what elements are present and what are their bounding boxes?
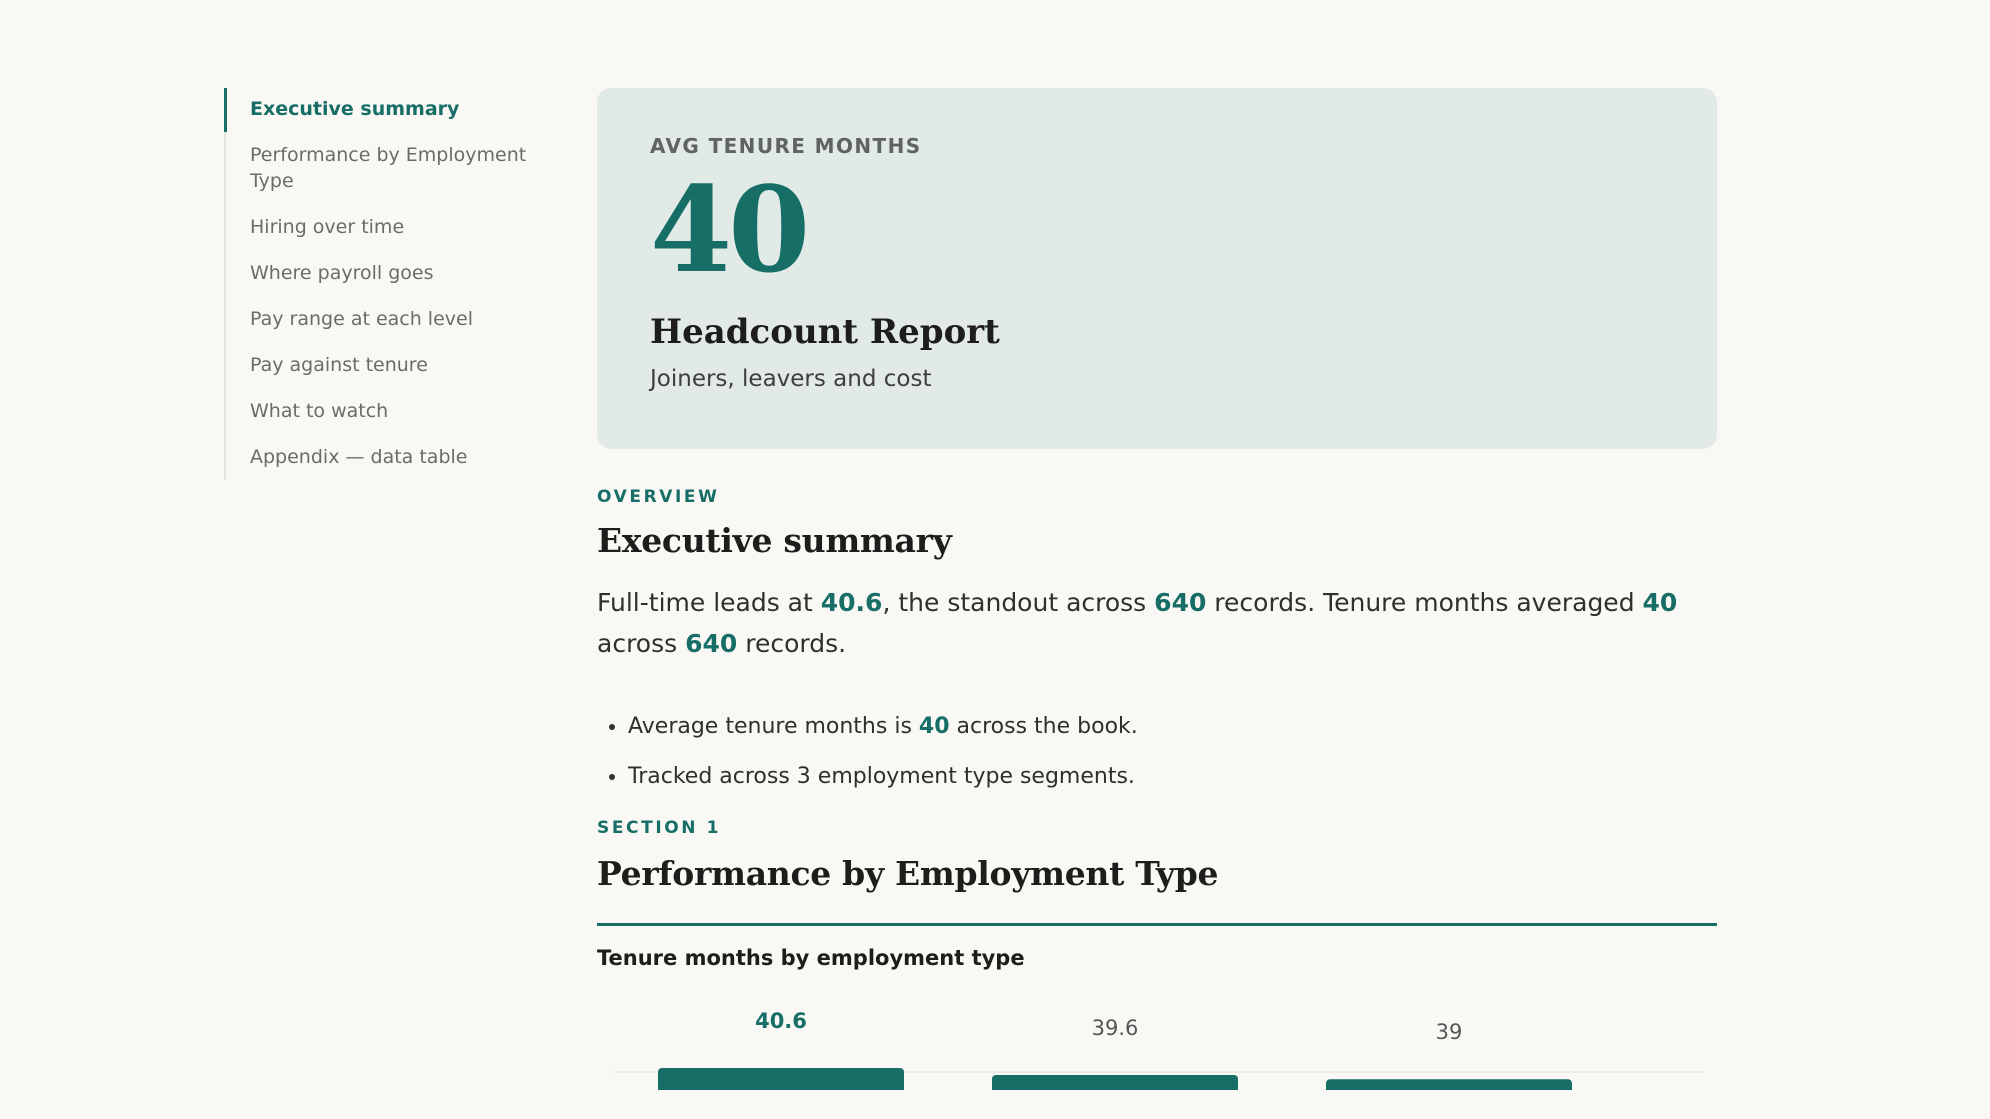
section-eyebrow: SECTION 1 [597, 818, 722, 838]
chart-data-label: 40.6 [755, 1009, 807, 1033]
toc-item-pay-against-tenure[interactable]: Pay against tenure [226, 342, 554, 388]
toc-item-executive-summary[interactable]: Executive summary [224, 88, 554, 132]
report-title: Headcount Report [650, 312, 1000, 352]
toc-item-what-to-watch[interactable]: What to watch [226, 388, 554, 434]
chart-bar [658, 1068, 904, 1090]
summary-paragraph: Full-time leads at 40.6, the standout ac… [597, 582, 1717, 664]
page: Executive summary Performance by Employm… [0, 0, 1990, 1119]
chart-data-label: 39.6 [1092, 1016, 1139, 1040]
toc-item-hiring-over-time[interactable]: Hiring over time [226, 204, 554, 250]
summary-highlight-value: 640 [685, 629, 738, 658]
summary-text: , the standout across [882, 588, 1155, 617]
chart-area: 40.6 39.6 39 [597, 970, 1717, 1090]
toc-item-performance-by-employment-type[interactable]: Performance by Employment Type [226, 132, 554, 204]
summary-highlight-value: 40 [1642, 588, 1678, 617]
overview-eyebrow: OVERVIEW [597, 487, 720, 507]
bullet-item: Average tenure months is 40 across the b… [628, 712, 1717, 742]
kpi-value: 40 [650, 160, 810, 299]
summary-highlight-value: 640 [1154, 588, 1207, 617]
executive-summary-heading: Executive summary [597, 521, 952, 560]
bar-chart: 40.6 39.6 39 [614, 1009, 1702, 1090]
chart-title: Tenure months by employment type [597, 946, 1025, 970]
bullet-highlight-value: 40 [918, 714, 950, 739]
kpi-label: AVG TENURE MONTHS [650, 134, 922, 158]
summary-text: records. Tenure months averaged [1206, 588, 1643, 617]
report-subtitle: Joiners, leavers and cost [650, 366, 932, 392]
bullet-item: Tracked across 3 employment type segment… [628, 762, 1717, 792]
summary-text: Full-time leads at [597, 588, 821, 617]
summary-text: records. [737, 629, 847, 658]
section-heading: Performance by Employment Type [597, 854, 1219, 893]
toc-item-where-payroll-goes[interactable]: Where payroll goes [226, 250, 554, 296]
toc-item-pay-range-at-each-level[interactable]: Pay range at each level [226, 296, 554, 342]
table-of-contents: Executive summary Performance by Employm… [224, 88, 554, 480]
toc-item-appendix-data-table[interactable]: Appendix — data table [226, 434, 554, 480]
main-content: AVG TENURE MONTHS 40 Headcount Report Jo… [597, 88, 1717, 1090]
summary-bullets: Average tenure months is 40 across the b… [597, 712, 1717, 792]
chart-bar [1326, 1079, 1572, 1090]
summary-highlight-value: 40.6 [820, 588, 883, 617]
section-divider [597, 923, 1717, 926]
kpi-hero-card: AVG TENURE MONTHS 40 Headcount Report Jo… [597, 88, 1717, 449]
bullet-text: across the book. [949, 714, 1138, 739]
chart-data-label: 39 [1436, 1020, 1463, 1044]
chart-bar [992, 1075, 1238, 1090]
bullet-text: Average tenure months is [628, 714, 919, 739]
summary-text: across [597, 629, 686, 658]
